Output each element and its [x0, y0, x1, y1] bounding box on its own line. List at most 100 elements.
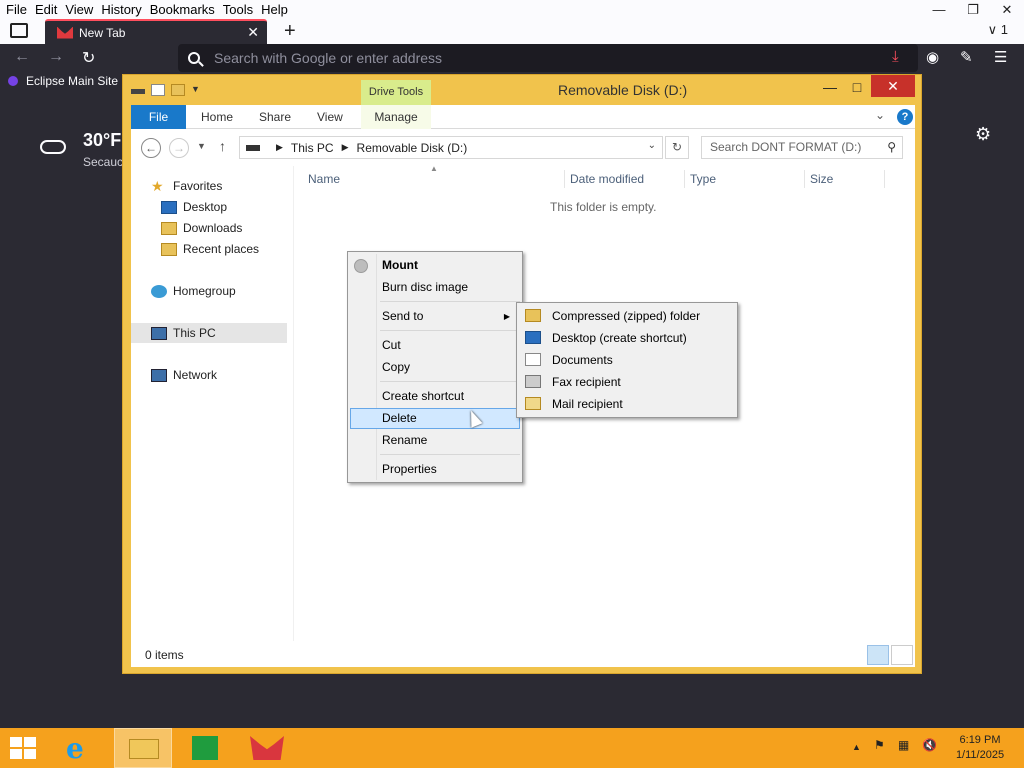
sendto-desktop[interactable]: Desktop (create shortcut): [519, 327, 735, 349]
homegroup-icon: [151, 284, 167, 298]
chevron-right-icon[interactable]: ▶: [342, 142, 349, 153]
back-button[interactable]: ←: [141, 138, 161, 158]
breadcrumb-this-pc[interactable]: This PC: [291, 141, 334, 155]
sendto-desktop-label: Desktop (create shortcut): [552, 331, 687, 345]
menu-item-send-to[interactable]: Send to ▶: [350, 306, 520, 327]
menu-item-burn-disc-image[interactable]: Burn disc image: [350, 277, 520, 298]
nav-this-pc[interactable]: This PC: [131, 323, 287, 343]
menu-item-create-shortcut[interactable]: Create shortcut: [350, 386, 520, 407]
menu-item-properties[interactable]: Properties: [350, 459, 520, 480]
nav-desktop-label: Desktop: [183, 200, 228, 214]
gear-icon[interactable]: ⚙: [975, 124, 991, 145]
new-tab-button[interactable]: +: [284, 19, 296, 43]
properties-icon[interactable]: [151, 84, 165, 96]
bookmark-eclipse[interactable]: Eclipse Main Site: [8, 74, 118, 88]
taskbar-firefox[interactable]: [238, 728, 296, 768]
folder-icon: [129, 739, 159, 759]
recent-locations-icon[interactable]: ▼: [197, 141, 206, 151]
minimize-button[interactable]: —: [922, 0, 956, 19]
menu-item-rename[interactable]: Rename: [350, 430, 520, 451]
column-date-modified[interactable]: Date modified: [570, 172, 644, 186]
url-bar[interactable]: Search with Google or enter address: [178, 44, 918, 72]
explorer-maximize-button[interactable]: □: [849, 75, 865, 99]
column-name[interactable]: Name: [308, 172, 340, 186]
menu-item-delete[interactable]: Delete: [350, 408, 520, 429]
help-icon[interactable]: ?: [897, 109, 913, 125]
flag-icon[interactable]: ⚑: [874, 738, 885, 752]
extensions-icon[interactable]: ✎: [960, 48, 973, 66]
column-type[interactable]: Type: [690, 172, 716, 186]
menu-history[interactable]: History: [101, 2, 141, 17]
qat-dropdown-icon[interactable]: ▼: [191, 84, 205, 96]
taskbar-ie[interactable]: e: [52, 728, 110, 768]
system-clock[interactable]: 6:19 PM 1/11/2025: [948, 733, 1012, 763]
back-arrow-icon[interactable]: ←: [14, 48, 30, 66]
up-arrow-icon[interactable]: ↑: [219, 138, 226, 154]
nav-downloads[interactable]: Downloads: [161, 218, 242, 238]
sendto-mail[interactable]: Mail recipient: [519, 393, 735, 415]
menu-bookmarks[interactable]: Bookmarks: [150, 2, 215, 17]
menu-edit[interactable]: Edit: [35, 2, 57, 17]
address-dropdown-icon[interactable]: ⌄: [648, 140, 656, 151]
large-icons-view-icon[interactable]: [891, 645, 913, 665]
sendto-mail-label: Mail recipient: [552, 397, 623, 411]
breadcrumb-removable-disk[interactable]: Removable Disk (D:): [357, 141, 468, 155]
column-divider[interactable]: [684, 170, 685, 188]
tab-overflow-button[interactable]: ∨ 1: [988, 22, 1008, 38]
nav-recent-places[interactable]: Recent places: [161, 239, 259, 259]
close-button[interactable]: ✕: [990, 0, 1024, 19]
column-size[interactable]: Size: [810, 172, 833, 186]
tab-new-tab[interactable]: New Tab ✕: [45, 19, 267, 44]
hamburger-menu-icon[interactable]: ☰: [994, 48, 1007, 66]
start-button[interactable]: [10, 737, 38, 759]
menu-item-mount[interactable]: Mount: [350, 255, 520, 276]
tab-view[interactable]: View: [317, 105, 343, 129]
menu-item-copy[interactable]: Copy: [350, 357, 520, 378]
menu-tools[interactable]: Tools: [223, 2, 253, 17]
menu-item-cut[interactable]: Cut: [350, 335, 520, 356]
nav-desktop[interactable]: Desktop: [161, 197, 227, 217]
download-icon[interactable]: ⤓: [892, 48, 899, 65]
sendto-documents[interactable]: Documents: [519, 349, 735, 371]
taskbar-file-explorer[interactable]: [114, 728, 172, 768]
empty-folder-message: This folder is empty.: [550, 200, 657, 214]
forward-button[interactable]: →: [169, 138, 189, 158]
reload-icon[interactable]: ↻: [82, 48, 95, 68]
explorer-close-button[interactable]: ✕: [871, 75, 915, 97]
tab-file[interactable]: File: [131, 105, 186, 129]
sendto-compressed-folder[interactable]: Compressed (zipped) folder: [519, 305, 735, 327]
sendto-fax[interactable]: Fax recipient: [519, 371, 735, 393]
tab-close-icon[interactable]: ✕: [247, 24, 259, 41]
nav-bar: ← → ↻ Search with Google or enter addres…: [0, 44, 1024, 72]
ribbon-expand-icon[interactable]: ⌄: [875, 108, 885, 122]
refresh-button[interactable]: ↻: [665, 136, 689, 159]
column-divider[interactable]: [884, 170, 885, 188]
search-input[interactable]: Search DONT FORMAT (D:) ⚲: [701, 136, 903, 159]
chevron-right-icon[interactable]: ▶: [276, 142, 283, 153]
nav-homegroup[interactable]: Homegroup: [151, 281, 236, 301]
fax-icon: [525, 375, 541, 388]
tab-list-icon[interactable]: [10, 23, 28, 38]
details-view-icon[interactable]: [867, 645, 889, 665]
taskbar-store[interactable]: [176, 728, 234, 768]
maximize-button[interactable]: ❐: [956, 0, 990, 19]
network-tray-icon[interactable]: ▦: [898, 738, 909, 752]
menu-view[interactable]: View: [65, 2, 93, 17]
column-divider[interactable]: [564, 170, 565, 188]
nav-network[interactable]: Network: [151, 365, 217, 385]
column-divider[interactable]: [804, 170, 805, 188]
account-icon[interactable]: ◉: [926, 48, 939, 66]
explorer-minimize-button[interactable]: —: [823, 75, 837, 99]
show-hidden-icons-icon[interactable]: ▲: [852, 742, 861, 752]
address-bar[interactable]: ▶ This PC ▶ Removable Disk (D:) ⌄: [239, 136, 663, 159]
menu-file[interactable]: File: [6, 2, 27, 17]
tab-home[interactable]: Home: [201, 105, 233, 129]
forward-arrow-icon[interactable]: →: [48, 48, 64, 66]
tab-share[interactable]: Share: [259, 105, 291, 129]
nav-favorites[interactable]: ★ Favorites: [151, 176, 222, 196]
new-folder-icon[interactable]: [171, 84, 185, 96]
volume-muted-icon[interactable]: 🔇: [922, 738, 937, 752]
nav-homegroup-label: Homegroup: [173, 284, 236, 298]
menu-help[interactable]: Help: [261, 2, 288, 17]
tab-manage[interactable]: Manage: [361, 105, 431, 129]
